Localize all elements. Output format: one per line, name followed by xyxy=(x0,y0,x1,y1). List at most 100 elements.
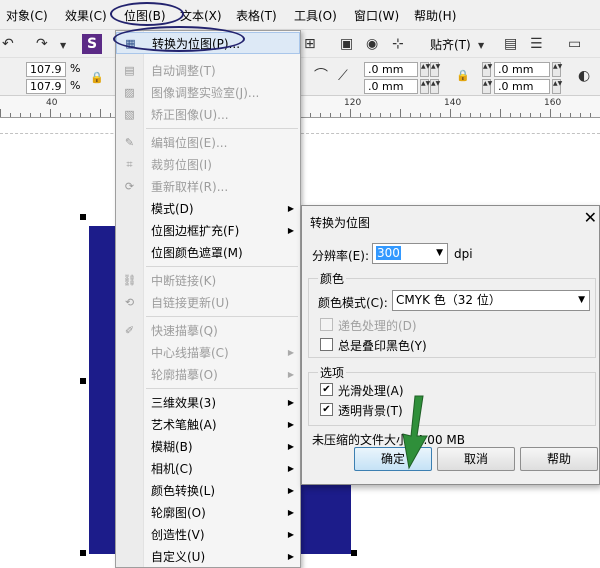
y2-spinner[interactable]: ▲▼ xyxy=(482,79,492,94)
selection-handle[interactable] xyxy=(80,550,86,556)
overprint-black-checkbox[interactable] xyxy=(320,338,333,351)
bitmap-menu-item-label: 编辑位图(E)... xyxy=(151,136,228,150)
snap-to-dropdown[interactable]: 贴齐(T) xyxy=(430,36,471,53)
snap-icon[interactable]: ⊹ xyxy=(392,36,404,52)
bitmap-menu-item[interactable]: 模糊(B) ▶ xyxy=(116,436,300,458)
view-icon[interactable]: ◉ xyxy=(366,36,378,52)
menu-window[interactable]: 窗口(W) xyxy=(354,8,399,24)
dither-checkbox[interactable] xyxy=(320,318,333,331)
x-offset-input[interactable]: .0 mm xyxy=(364,62,418,77)
zoom-icon[interactable]: ⊞ xyxy=(304,36,316,52)
bitmap-menu-item[interactable]: ▤ 自动调整(T) xyxy=(116,60,300,82)
redo-dropdown-icon[interactable]: ▼ xyxy=(60,38,66,54)
ruler-label: 120 xyxy=(344,98,362,108)
undo-icon[interactable]: ↶ xyxy=(2,36,14,52)
ruler-tick xyxy=(30,113,31,117)
bitmap-menu: ▦ 转换为位图(P)... ▤ 自动调整(T) ▨ 图像调整实验室(J)... ▧ 矫正图像(… xyxy=(115,30,301,568)
ruler-tick xyxy=(310,113,311,117)
selection-handle[interactable] xyxy=(80,214,86,220)
bitmap-menu-item[interactable]: 自定义(U) ▶ xyxy=(116,546,300,568)
x-offset-spinner-2[interactable]: ▲▼ xyxy=(430,62,440,77)
bitmap-menu-item[interactable]: ⟳ 重新取样(R)... xyxy=(116,176,300,198)
menu-separator xyxy=(146,128,298,129)
straighten-icon: ▧ xyxy=(124,108,135,121)
ruler-label: 140 xyxy=(444,98,462,108)
dither-label: 递色处理的(D) xyxy=(338,319,417,333)
options-icon[interactable]: ▤ xyxy=(504,36,517,52)
bitmap-menu-item[interactable]: 创造性(V) ▶ xyxy=(116,524,300,546)
selection-handle[interactable] xyxy=(351,550,357,556)
bitmap-menu-item-label: 颜色转换(L) xyxy=(151,484,216,498)
help-button[interactable]: 帮助 xyxy=(520,447,598,471)
x2-spinner[interactable]: ▲▼ xyxy=(482,62,492,77)
bitmap-menu-item[interactable]: ▧ 矫正图像(U)... xyxy=(116,104,300,126)
crop-icon: ⌗ xyxy=(126,158,133,171)
transparent-bg-checkbox[interactable]: ✔ xyxy=(320,403,333,416)
height-scale-unit: % xyxy=(70,79,81,92)
close-icon[interactable]: ✕ xyxy=(584,210,597,226)
bitmap-menu-item[interactable]: 艺术笔触(A) ▶ xyxy=(116,414,300,436)
bitmap-menu-item[interactable]: ▨ 图像调整实验室(J)... xyxy=(116,82,300,104)
lock-ratio-icon[interactable]: 🔒 xyxy=(90,70,104,86)
bitmap-menu-item[interactable]: 轮廓图(O) ▶ xyxy=(116,502,300,524)
x-offset-spinner[interactable]: ▲▼ xyxy=(420,62,430,77)
color-group-label: 颜色 xyxy=(318,270,347,287)
x2-offset-input[interactable]: .0 mm xyxy=(494,62,550,77)
menu-table[interactable]: 表格(T) xyxy=(236,8,277,24)
y-offset-input[interactable]: .0 mm xyxy=(364,79,418,94)
bitmap-menu-item-label: 中断链接(K) xyxy=(151,274,217,288)
line-node-icon[interactable]: ⟋ xyxy=(338,68,348,84)
bitmap-menu-item-label: 位图颜色遮罩(M) xyxy=(151,246,243,260)
uncompressed-size-text: 未压缩的文件大小: 4.00 MB xyxy=(312,433,465,447)
bitmap-menu-item[interactable]: ✐ 快速描摹(Q) xyxy=(116,320,300,342)
ruler-tick xyxy=(80,113,81,117)
bitmap-menu-item[interactable]: 中心线描摹(C) ▶ xyxy=(116,342,300,364)
menu-effects[interactable]: 效果(C) xyxy=(65,8,107,24)
color-mode-select[interactable]: CMYK 色（32 位） ▼ xyxy=(392,290,590,311)
ruler-tick xyxy=(90,113,91,117)
launcher-icon[interactable]: ▭ xyxy=(568,36,581,52)
submenu-arrow-icon: ▶ xyxy=(287,530,294,539)
menu-tools[interactable]: 工具(O) xyxy=(294,8,337,24)
antialias-checkbox[interactable]: ✔ xyxy=(320,383,333,396)
bitmap-menu-item[interactable]: 颜色转换(L) ▶ xyxy=(116,480,300,502)
curve-node-icon[interactable]: ⌒ xyxy=(314,68,328,84)
bitmap-menu-item-label: 三维效果(3) xyxy=(151,396,216,410)
ruler-tick xyxy=(410,113,411,117)
bitmap-menu-item[interactable]: ✎ 编辑位图(E)... xyxy=(116,132,300,154)
rulers-icon[interactable]: ▣ xyxy=(340,36,353,52)
bitmap-menu-item-label: 矫正图像(U)... xyxy=(151,108,229,122)
redo-icon[interactable]: ↷ xyxy=(36,36,48,52)
y-offset-spinner[interactable]: ▲▼ xyxy=(420,79,430,94)
bitmap-menu-item[interactable]: 模式(D) ▶ xyxy=(116,198,300,220)
bitmap-menu-item[interactable]: ⌗ 裁剪位图(I) xyxy=(116,154,300,176)
menu-object[interactable]: 对象(C) xyxy=(6,8,48,24)
y-offset-spinner-2[interactable]: ▲▼ xyxy=(430,79,440,94)
cancel-button[interactable]: 取消 xyxy=(437,447,515,471)
ruler-tick xyxy=(560,113,561,117)
resolution-select[interactable]: 300 ▼ xyxy=(372,243,448,264)
y2-offset-input[interactable]: .0 mm xyxy=(494,79,550,94)
menu-text[interactable]: 文本(X) xyxy=(180,8,222,24)
bitmap-menu-item[interactable]: 相机(C) ▶ xyxy=(116,458,300,480)
lock-offset-icon[interactable]: 🔒 xyxy=(456,68,470,84)
width-scale-input[interactable]: 107.9 xyxy=(26,62,66,77)
snap-dropdown-icon[interactable]: ▼ xyxy=(478,38,484,54)
bitmap-menu-item[interactable]: 位图颜色遮罩(M) xyxy=(116,242,300,264)
menu-help[interactable]: 帮助(H) xyxy=(414,8,456,24)
y2-spinner-2[interactable]: ▲▼ xyxy=(552,79,562,94)
corel-app-icon[interactable]: S xyxy=(82,34,102,54)
bitmap-menu-item[interactable]: ⛓ 中断链接(K) xyxy=(116,270,300,292)
settings-icon[interactable]: ☰ xyxy=(530,36,543,52)
bitmap-menu-item[interactable]: 位图边框扩充(F) ▶ xyxy=(116,220,300,242)
selection-handle[interactable] xyxy=(80,378,86,384)
ruler-tick xyxy=(540,113,541,117)
bitmap-menu-item[interactable]: 三维效果(3) ▶ xyxy=(116,392,300,414)
bitmap-menu-item[interactable]: 轮廓描摹(O) ▶ xyxy=(116,364,300,386)
submenu-arrow-icon: ▶ xyxy=(287,442,294,451)
bitmap-menu-item-label: 自定义(U) xyxy=(151,550,206,564)
x2-spinner-2[interactable]: ▲▼ xyxy=(552,62,562,77)
reflect-icon[interactable]: ◐ xyxy=(578,68,590,84)
height-scale-input[interactable]: 107.9 xyxy=(26,79,66,94)
bitmap-menu-item[interactable]: ⟲ 自链接更新(U) xyxy=(116,292,300,314)
